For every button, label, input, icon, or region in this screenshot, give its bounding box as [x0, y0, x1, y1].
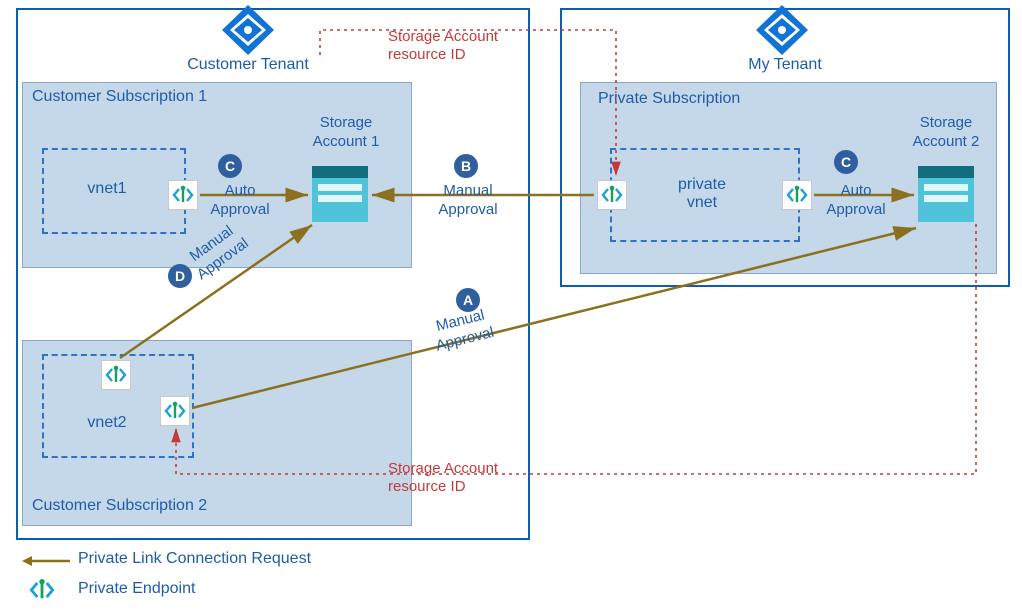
- badge-c2: C: [834, 150, 858, 174]
- resid-bottom-l2: resource ID: [388, 478, 466, 495]
- legend-arrow-icon: [22, 554, 70, 568]
- vnet2-label: vnet2: [42, 414, 172, 432]
- resid-top-l2: resource ID: [388, 46, 466, 63]
- customer-tenant-label: Customer Tenant: [178, 56, 318, 74]
- private-endpoint-icon: [160, 396, 190, 426]
- storage-account-2-label: Storage Account 2: [896, 114, 996, 152]
- private-vnet-label-l1: private: [678, 176, 726, 193]
- approval-c-l1: Auto: [225, 182, 256, 199]
- private-endpoint-icon: [597, 180, 627, 210]
- private-vnet-label: private vnet: [624, 176, 780, 212]
- approval-b: Manual Approval: [418, 182, 518, 220]
- approval-c2-l2: Approval: [826, 201, 885, 218]
- customer-subscription-1-label: Customer Subscription 1: [32, 88, 207, 106]
- storage-icon: [312, 166, 368, 222]
- vnet1-label: vnet1: [42, 180, 172, 198]
- approval-c2: Auto Approval: [816, 182, 896, 220]
- storage-account-2-label-l2: Account 2: [913, 133, 980, 150]
- badge-b: B: [454, 154, 478, 178]
- resid-bottom-l1: Storage Account: [388, 460, 498, 477]
- legend-request-label: Private Link Connection Request: [78, 550, 311, 568]
- storage-icon: [918, 166, 974, 222]
- badge-c: C: [218, 154, 242, 178]
- storage-account-1-label-l1: Storage: [320, 114, 373, 131]
- approval-b-l1: Manual: [443, 182, 492, 199]
- azure-ad-icon: [752, 2, 812, 58]
- azure-ad-icon: [218, 2, 278, 58]
- private-endpoint-icon: [101, 360, 131, 390]
- legend-endpoint-label: Private Endpoint: [78, 580, 195, 598]
- storage-account-1-label: Storage Account 1: [296, 114, 396, 152]
- private-vnet-label-l2: vnet: [687, 194, 717, 211]
- private-endpoint-icon: [782, 180, 812, 210]
- approval-c2-l1: Auto: [841, 182, 872, 199]
- resource-id-annotation-bottom: Storage Account resource ID: [388, 460, 498, 496]
- resid-top-l1: Storage Account: [388, 28, 498, 45]
- my-tenant-label: My Tenant: [730, 56, 840, 74]
- resource-id-annotation-top: Storage Account resource ID: [388, 28, 498, 64]
- storage-account-1-label-l2: Account 1: [313, 133, 380, 150]
- private-subscription-label: Private Subscription: [598, 90, 740, 108]
- storage-account-2-label-l1: Storage: [920, 114, 973, 131]
- customer-subscription-2-label: Customer Subscription 2: [32, 497, 207, 515]
- private-endpoint-icon: [28, 576, 56, 604]
- private-endpoint-icon: [168, 180, 198, 210]
- approval-b-l2: Approval: [438, 201, 497, 218]
